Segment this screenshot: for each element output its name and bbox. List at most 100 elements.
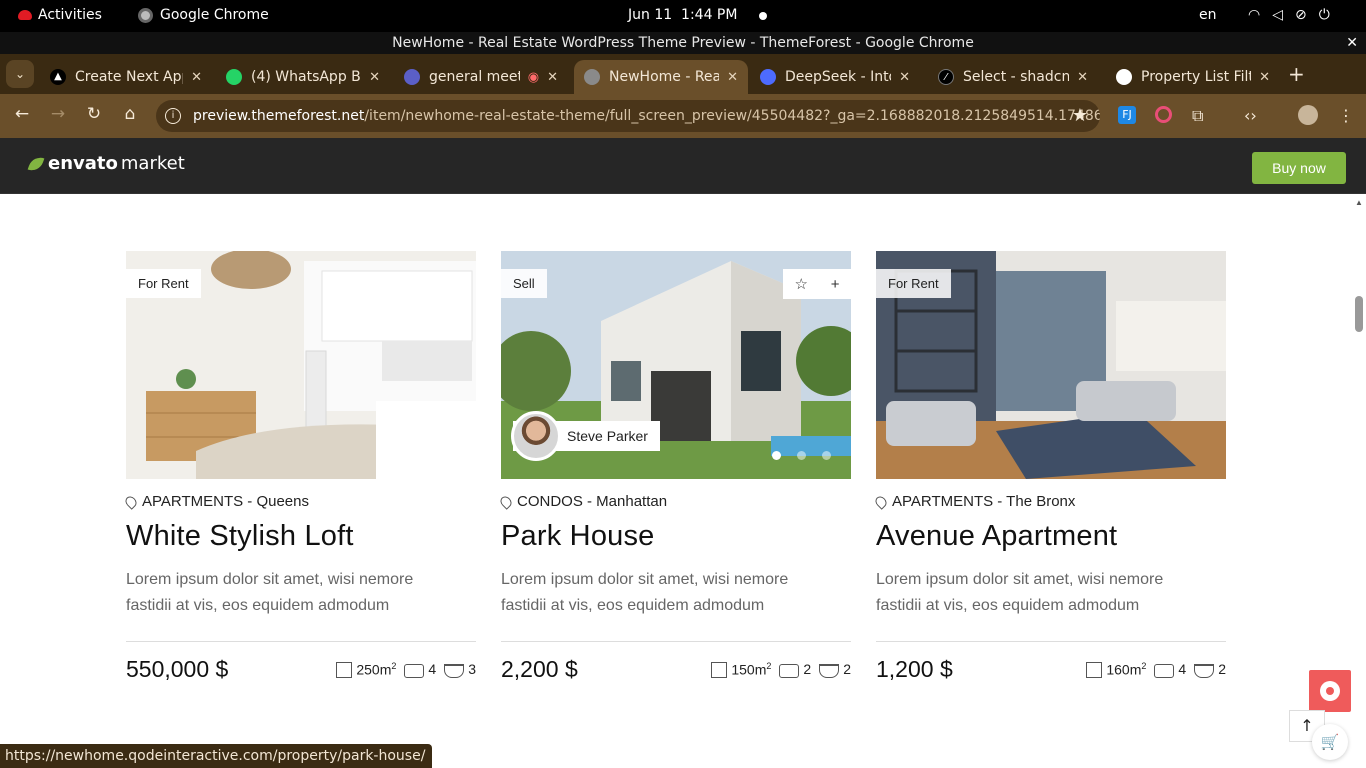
card-divider (876, 641, 1226, 642)
devtools-code-icon[interactable]: ‹› (1244, 106, 1257, 125)
extension-fj-icon[interactable]: FJ (1118, 106, 1136, 124)
chrome-icon (584, 69, 600, 85)
back-icon[interactable]: ← (10, 104, 34, 124)
baths-value: 3 (468, 661, 476, 678)
tab-whatsapp[interactable]: (4) WhatsApp Business ✕ (216, 60, 390, 94)
extensions-puzzle-icon[interactable]: ⧉ (1192, 106, 1203, 126)
close-tab-icon[interactable]: ✕ (369, 70, 380, 85)
scrollbar-thumb[interactable] (1355, 296, 1363, 332)
baths-value: 2 (843, 661, 851, 678)
close-tab-icon[interactable]: ✕ (899, 70, 910, 85)
app-menu[interactable]: Google Chrome (138, 7, 269, 23)
baths-feature: 2 (819, 661, 851, 678)
cart-button[interactable]: 🛒 (1312, 724, 1348, 760)
site-info-icon[interactable]: i (165, 108, 181, 124)
favorite-star-icon[interactable]: ☆ (794, 275, 807, 293)
bed-icon (1154, 663, 1175, 678)
chat-widget-button[interactable] (1309, 670, 1351, 712)
tab-label: (4) WhatsApp Business (251, 69, 361, 85)
property-price: 550,000 $ (126, 656, 229, 682)
openai-icon (1116, 69, 1132, 85)
bookmark-star-icon[interactable]: ★ (1072, 100, 1088, 132)
new-tab-button[interactable]: + (1288, 62, 1305, 86)
card-divider (501, 641, 851, 642)
location-text: CONDOS - Manhattan (517, 493, 668, 510)
buy-now-button[interactable]: Buy now (1252, 152, 1346, 184)
agent-name: Steve Parker (567, 428, 648, 444)
scroll-up-arrow-icon[interactable]: ▲ (1355, 198, 1363, 207)
browser-toolbar: ← → ↻ ⌂ i preview.themeforest.net/item/n… (0, 94, 1366, 138)
property-image[interactable]: For Rent (126, 251, 476, 479)
property-location: APARTMENTS - The Bronx (873, 493, 1226, 510)
location-pin-icon (873, 493, 889, 510)
forward-icon[interactable]: → (46, 104, 70, 124)
property-image[interactable]: Sell ☆ + Steve Parker (501, 251, 851, 479)
close-window-icon[interactable]: ✕ (1346, 32, 1358, 54)
language-indicator[interactable]: en (1199, 7, 1217, 23)
beds-feature: 2 (779, 661, 811, 678)
cart-icon: 🛒 (1320, 733, 1340, 751)
page-scrollbar[interactable]: ▲ (1352, 195, 1366, 768)
clock[interactable]: Jun 11 1:44 PM (628, 7, 737, 23)
whatsapp-icon (226, 69, 242, 85)
property-card[interactable]: For Rent APARTMENTS - Queens White Styli… (123, 251, 476, 683)
address-bar[interactable]: i preview.themeforest.net/item/newhome-r… (156, 100, 1100, 132)
shadcn-icon: ⁄ (938, 69, 954, 85)
color-picker-extension-icon[interactable] (1155, 106, 1172, 123)
reload-icon[interactable]: ↻ (82, 104, 106, 124)
area-value: 250m (356, 661, 392, 678)
location-text: APARTMENTS - Queens (142, 493, 309, 510)
property-title[interactable]: White Stylish Loft (126, 520, 476, 553)
property-card[interactable]: Sell ☆ + Steve Parker CONDOS - Manhattan… (498, 251, 851, 683)
tab-label: Property List Filter (1141, 69, 1251, 85)
close-tab-icon[interactable]: ✕ (191, 70, 202, 85)
slider-dot[interactable] (772, 451, 781, 460)
wifi-icon: ◠ (1248, 7, 1261, 23)
bathtub-icon (819, 663, 840, 678)
logo-light-text: market (120, 153, 185, 174)
area-icon (711, 662, 728, 679)
listing-badge: Sell (501, 269, 547, 298)
close-tab-icon[interactable]: ✕ (1077, 70, 1088, 85)
system-tray[interactable]: ◠ ◁ ⊘ ⏻ (1248, 7, 1330, 23)
tab-newhome[interactable]: NewHome - Real Estate ✕ (574, 60, 748, 94)
property-card[interactable]: For Rent APARTMENTS - The Bronx Avenue A… (873, 251, 1226, 683)
tab-general-meeting[interactable]: general meeting ◉ ✕ (394, 60, 568, 94)
tab-property-list[interactable]: Property List Filter ✕ (1106, 60, 1280, 94)
mic-off-icon: ⊘ (1295, 7, 1307, 23)
envato-logo[interactable]: envato market (27, 153, 185, 174)
area-feature: 150m2 (711, 661, 771, 679)
property-page: For Rent APARTMENTS - Queens White Styli… (0, 195, 1366, 768)
property-title[interactable]: Park House (501, 520, 851, 553)
compare-plus-icon[interactable]: + (831, 276, 840, 293)
beds-feature: 4 (1154, 661, 1186, 678)
listing-badge: For Rent (126, 269, 201, 298)
envato-leaf-icon (27, 153, 45, 174)
property-location: APARTMENTS - Queens (123, 493, 476, 510)
chrome-menu-icon[interactable]: ⋮ (1338, 106, 1354, 125)
close-tab-icon[interactable]: ✕ (547, 70, 558, 85)
home-icon[interactable]: ⌂ (118, 104, 142, 124)
beds-feature: 4 (404, 661, 436, 678)
tab-search-button[interactable]: ⌄ (6, 60, 34, 88)
slider-dot[interactable] (822, 451, 831, 460)
tab-deepseek[interactable]: DeepSeek - Into the Unknown ✕ (750, 60, 920, 94)
tab-label: Create Next App (75, 69, 184, 85)
bathtub-icon (444, 663, 465, 678)
tab-shadcn[interactable]: ⁄ Select - shadcn/ui ✕ (928, 60, 1098, 94)
close-tab-icon[interactable]: ✕ (727, 70, 738, 85)
property-image[interactable]: For Rent (876, 251, 1226, 479)
agent-tag[interactable]: Steve Parker (511, 411, 660, 461)
baths-value: 2 (1218, 661, 1226, 678)
close-tab-icon[interactable]: ✕ (1259, 70, 1270, 85)
profile-avatar-icon[interactable] (1298, 105, 1318, 125)
property-meta: 1,200 $ 160m2 4 2 (876, 656, 1226, 683)
location-pin-icon (123, 493, 139, 510)
url-host: preview.themeforest.net (193, 108, 365, 124)
slider-dot[interactable] (797, 451, 806, 460)
tab-create-next-app[interactable]: ▲ Create Next App ✕ (40, 60, 212, 94)
recording-icon: ◉ (527, 69, 540, 85)
property-title[interactable]: Avenue Apartment (876, 520, 1226, 553)
property-features: 160m2 4 2 (1086, 661, 1226, 679)
activities-button[interactable]: Activities (18, 7, 102, 23)
